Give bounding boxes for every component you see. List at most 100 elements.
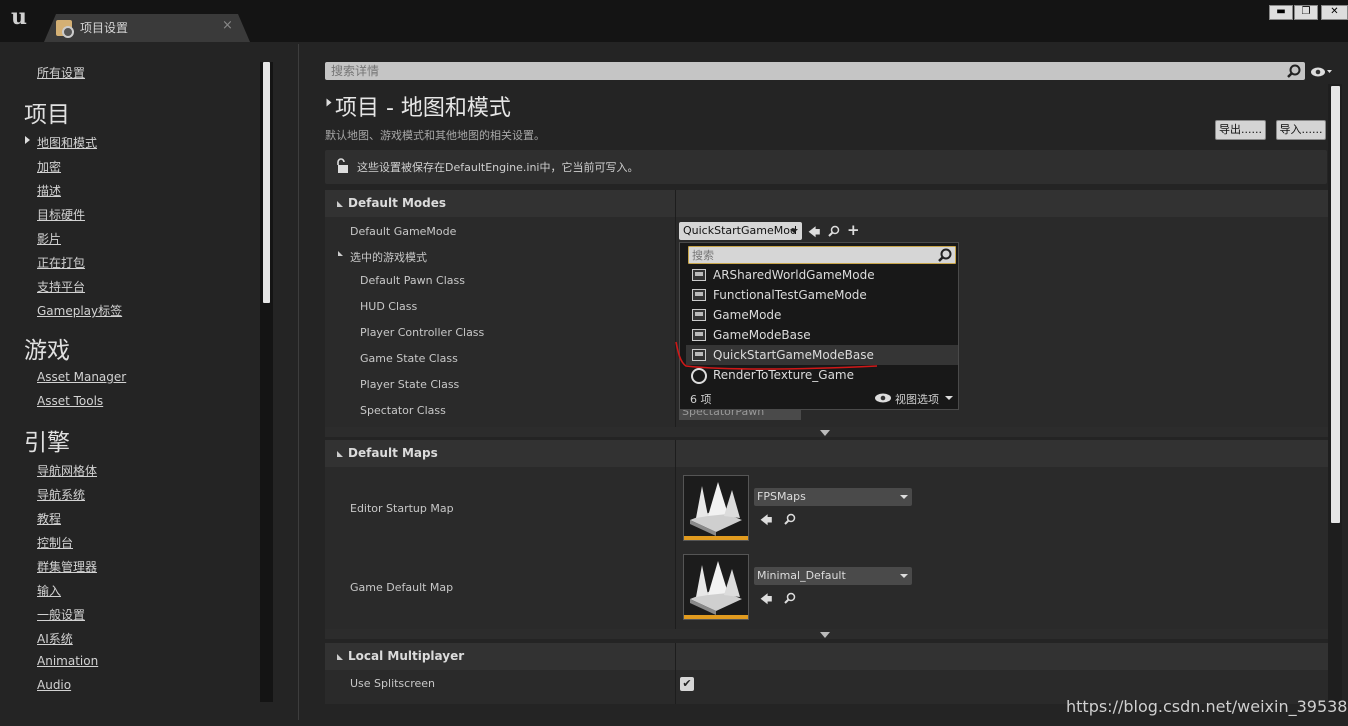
section-label: Local Multiplayer xyxy=(348,649,465,663)
sidebar-item-console[interactable]: 控制台 xyxy=(37,534,73,551)
use-selected-arrow-icon[interactable]: 🡄 xyxy=(760,511,772,532)
sidebar-item-crowd-manager[interactable]: 群集管理器 xyxy=(37,558,97,575)
player-state-class-label: Player State Class xyxy=(360,378,460,391)
game-default-map-thumbnail[interactable] xyxy=(683,554,749,620)
title-bar: u 项目设置 × ▬ ❐ ✕ xyxy=(0,0,1348,42)
minimize-button[interactable]: ▬ xyxy=(1269,5,1293,20)
sidebar-item-supported-platforms[interactable]: 支持平台 xyxy=(37,278,85,295)
search-icon[interactable] xyxy=(938,248,952,262)
spectator-class-combo[interactable]: SpectatorPawn xyxy=(679,410,801,420)
collapse-arrow-icon[interactable] xyxy=(326,98,332,107)
game-default-map-combo[interactable]: Minimal_Default xyxy=(754,567,912,585)
use-selected-arrow-icon[interactable]: 🡄 xyxy=(760,590,772,611)
blueprint-class-icon xyxy=(692,269,706,281)
column-separator xyxy=(675,190,676,427)
unreal-logo-icon: u xyxy=(11,4,27,30)
map-asset-icon xyxy=(690,561,742,615)
chevron-down-icon xyxy=(900,495,908,499)
section-local-multiplayer[interactable]: Local Multiplayer xyxy=(325,643,1328,670)
sidebar-item-audio[interactable]: Audio xyxy=(37,678,71,692)
sidebar-item-encryption[interactable]: 加密 xyxy=(37,158,61,175)
section-expand-icon xyxy=(337,654,343,660)
section-label: Default Maps xyxy=(348,446,438,460)
sidebar-all-settings[interactable]: 所有设置 xyxy=(37,64,85,81)
sidebar-item-gameplay-tags[interactable]: Gameplay标签 xyxy=(37,302,122,319)
use-splitscreen-label: Use Splitscreen xyxy=(350,677,436,690)
dropdown-item-label: ARSharedWorldGameMode xyxy=(713,268,875,282)
sidebar-item-maps-modes[interactable]: 地图和模式 xyxy=(37,134,97,151)
default-pawn-class-label: Default Pawn Class xyxy=(360,274,465,287)
details-scrollbar-thumb[interactable] xyxy=(1331,86,1340,523)
column-separator xyxy=(675,440,676,629)
section-default-maps[interactable]: Default Maps xyxy=(325,440,1328,467)
page-title: 项目 - 地图和模式 xyxy=(335,96,511,121)
export-button[interactable]: 导出...... xyxy=(1215,120,1266,140)
group-expand-icon[interactable] xyxy=(338,251,343,256)
section-default-modes[interactable]: Default Modes xyxy=(325,190,1328,217)
search-icon[interactable] xyxy=(1287,64,1301,78)
close-window-button[interactable]: ✕ xyxy=(1321,5,1348,20)
dropdown-item-label: FunctionalTestGameMode xyxy=(713,288,867,302)
sidebar-item-nav-system[interactable]: 导航系统 xyxy=(37,486,85,503)
sidebar-item-packaging[interactable]: 正在打包 xyxy=(37,254,85,271)
sidebar-item-input[interactable]: 输入 xyxy=(37,582,61,599)
chevron-down-icon xyxy=(820,632,830,638)
editor-startup-map-combo[interactable]: FPSMaps xyxy=(754,488,912,506)
maximize-button[interactable]: ❐ xyxy=(1294,5,1318,20)
browse-search-icon[interactable] xyxy=(784,513,796,525)
dropdown-item-label: GameMode xyxy=(713,308,782,322)
red-annotation-stroke-icon xyxy=(675,341,878,370)
player-controller-class-label: Player Controller Class xyxy=(360,326,485,339)
use-selected-arrow-icon[interactable]: 🡄 xyxy=(808,223,820,244)
import-button[interactable]: 导入...... xyxy=(1276,120,1326,140)
sidebar-scrollbar-thumb[interactable] xyxy=(263,62,270,303)
sidebar-item-tutorials[interactable]: 教程 xyxy=(37,510,61,527)
chevron-down-icon xyxy=(790,229,798,233)
sidebar-item-asset-manager[interactable]: Asset Manager xyxy=(37,370,126,384)
selected-arrow-icon xyxy=(25,136,30,144)
dropdown-item-count: 6 项 xyxy=(690,393,712,406)
page-subtitle: 默认地图、游戏模式和其他地图的相关设置。 xyxy=(325,129,545,142)
sidebar-heading-project: 项目 xyxy=(24,102,70,128)
sidebar-heading-game: 游戏 xyxy=(24,338,70,364)
tab-project-settings[interactable]: 项目设置 × xyxy=(44,14,250,42)
add-plus-icon[interactable]: + xyxy=(847,221,860,239)
use-splitscreen-checkbox[interactable]: ✔ xyxy=(680,677,694,691)
browse-search-icon[interactable] xyxy=(784,592,796,604)
sidebar-item-ai-system[interactable]: AI系统 xyxy=(37,630,73,647)
game-default-map-label: Game Default Map xyxy=(350,581,454,594)
default-gamemode-label: Default GameMode xyxy=(350,225,457,238)
chevron-down-icon xyxy=(945,396,953,400)
sidebar-item-movies[interactable]: 影片 xyxy=(37,230,61,247)
spectator-class-label: Spectator Class xyxy=(360,404,446,417)
dropdown-search-input[interactable] xyxy=(692,248,932,262)
section-expand-icon xyxy=(337,201,343,207)
notice-text: 这些设置被保存在DefaultEngine.ini中，它当前可写入。 xyxy=(357,161,639,174)
sidebar-item-navmesh[interactable]: 导航网格体 xyxy=(37,462,97,479)
sidebar-item-description[interactable]: 描述 xyxy=(37,182,61,199)
sidebar-heading-engine: 引擎 xyxy=(24,430,70,456)
sidebar-item-asset-tools[interactable]: Asset Tools xyxy=(37,394,103,408)
selected-gamemode-group: 选中的游戏模式 xyxy=(350,251,427,264)
asset-type-bar xyxy=(684,615,748,619)
chevron-down-icon xyxy=(820,430,830,436)
dropdown-view-options[interactable]: 视图选项 xyxy=(895,391,939,407)
panel-splitter[interactable] xyxy=(298,44,299,720)
editor-window: u 项目设置 × ▬ ❐ ✕ 所有设置 项目 地图和模式 加密 描述 目标硬件 … xyxy=(0,0,1348,726)
eye-icon[interactable] xyxy=(874,393,892,403)
sidebar-item-target-hardware[interactable]: 目标硬件 xyxy=(37,206,85,223)
view-options-eye-icon[interactable] xyxy=(1310,66,1332,78)
sidebar-item-general-settings[interactable]: 一般设置 xyxy=(37,606,85,623)
default-gamemode-combo[interactable]: QuickStartGameMod xyxy=(679,222,802,240)
unlocked-icon xyxy=(337,158,348,173)
section-expand-icon xyxy=(337,451,343,457)
sidebar-item-animation[interactable]: Animation xyxy=(37,654,98,668)
hud-class-label: HUD Class xyxy=(360,300,418,313)
browse-search-icon[interactable] xyxy=(828,225,840,237)
tab-close-button[interactable]: × xyxy=(222,18,233,33)
editor-startup-map-thumbnail[interactable] xyxy=(683,475,749,541)
watermark-text: https://blog.csdn.net/weixin_39538253 xyxy=(1066,697,1348,716)
tab-label: 项目设置 xyxy=(80,21,129,35)
details-search-input[interactable] xyxy=(331,62,1231,80)
section-label: Default Modes xyxy=(348,196,447,210)
